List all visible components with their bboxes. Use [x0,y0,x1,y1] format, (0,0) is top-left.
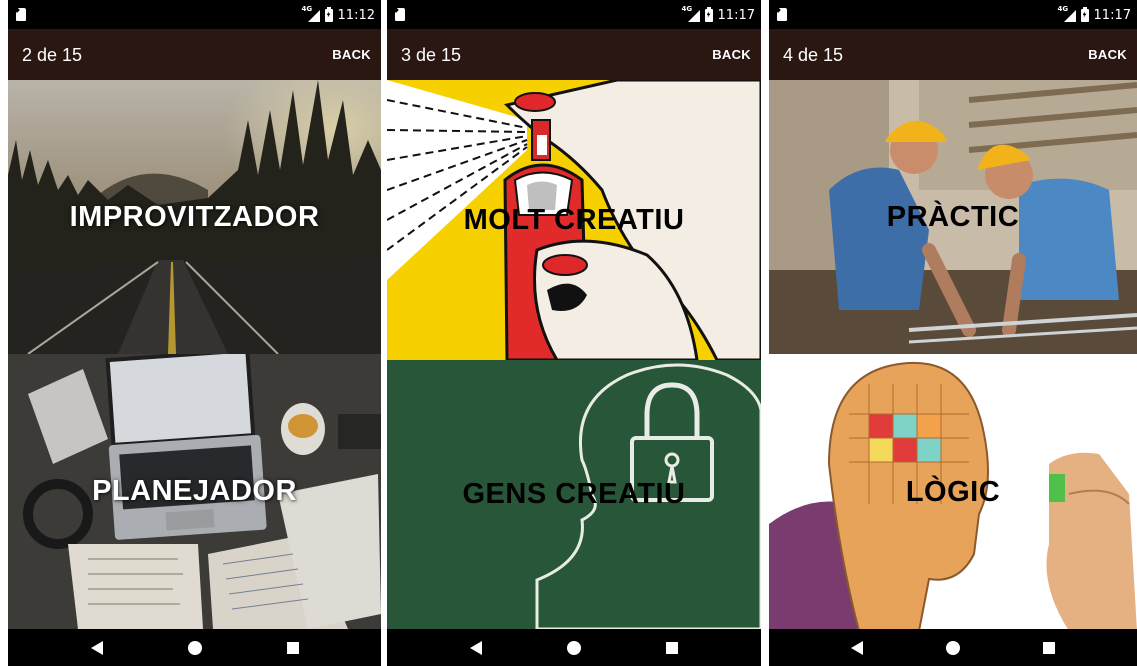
back-button[interactable]: BACK [1088,47,1127,62]
sd-card-icon [16,8,26,21]
status-time: 11:17 [717,7,755,23]
sd-card-icon [395,8,405,21]
status-time: 11:12 [337,7,375,23]
status-time: 11:17 [1093,7,1131,23]
battery-charging-icon [1080,6,1089,22]
system-nav-bar [387,629,761,666]
page-title: 3 de 15 [401,45,462,65]
signal-icon: 4G [682,5,700,22]
option-label: PRÀCTIC [886,200,1020,233]
option-label: MOLT CREATIU [463,203,685,236]
phone-screen-3-of-15: 4G 11:17 3 de 15 BACK MOLT CREATIU GENS … [387,0,761,666]
back-triangle-icon[interactable] [469,640,482,655]
status-bar: 4G 11:17 [387,0,761,29]
app-bar: 3 de 15 BACK [387,29,761,80]
page-title: 2 de 15 [22,45,83,65]
recents-square-icon[interactable] [1043,641,1056,654]
option-label: IMPROVITZADOR [69,200,320,233]
home-circle-icon[interactable] [945,640,960,655]
system-nav-bar [8,629,381,666]
system-nav-bar [769,629,1137,666]
option-tile-molt-creatiu[interactable]: MOLT CREATIU [387,80,761,360]
option-tile-practic[interactable]: PRÀCTIC [769,80,1137,354]
home-circle-icon[interactable] [187,640,202,655]
page-title: 4 de 15 [783,45,844,65]
back-triangle-icon[interactable] [90,640,103,655]
option-label: LÒGIC [905,476,1001,508]
sd-card-icon [777,8,787,21]
back-button[interactable]: BACK [712,47,751,62]
option-tile-planejador[interactable]: PLANEJADOR [8,354,381,629]
signal-icon: 4G [1058,5,1076,22]
back-triangle-icon[interactable] [850,640,863,655]
option-tile-logic[interactable]: LÒGIC [769,354,1137,631]
option-label: GENS CREATIU [462,478,686,510]
battery-charging-icon [704,6,713,22]
phone-screen-2-of-15: 4G 11:12 2 de 15 BACK IMPROVITZADOR PLAN… [8,0,381,666]
phone-screen-4-of-15: 4G 11:17 4 de 15 BACK PRÀCTIC LÒGIC [769,0,1137,666]
recents-square-icon[interactable] [666,641,679,654]
app-bar: 2 de 15 BACK [8,29,381,80]
app-bar: 4 de 15 BACK [769,29,1137,80]
option-label: PLANEJADOR [92,475,297,507]
option-tile-gens-creatiu[interactable]: GENS CREATIU [387,360,761,629]
status-bar: 4G 11:12 [8,0,381,29]
recents-square-icon[interactable] [286,641,299,654]
home-circle-icon[interactable] [566,640,581,655]
status-bar: 4G 11:17 [769,0,1137,29]
battery-charging-icon [324,6,333,22]
signal-icon: 4G [302,5,320,22]
option-tile-improvitzador[interactable]: IMPROVITZADOR [8,80,381,354]
back-button[interactable]: BACK [332,47,371,62]
